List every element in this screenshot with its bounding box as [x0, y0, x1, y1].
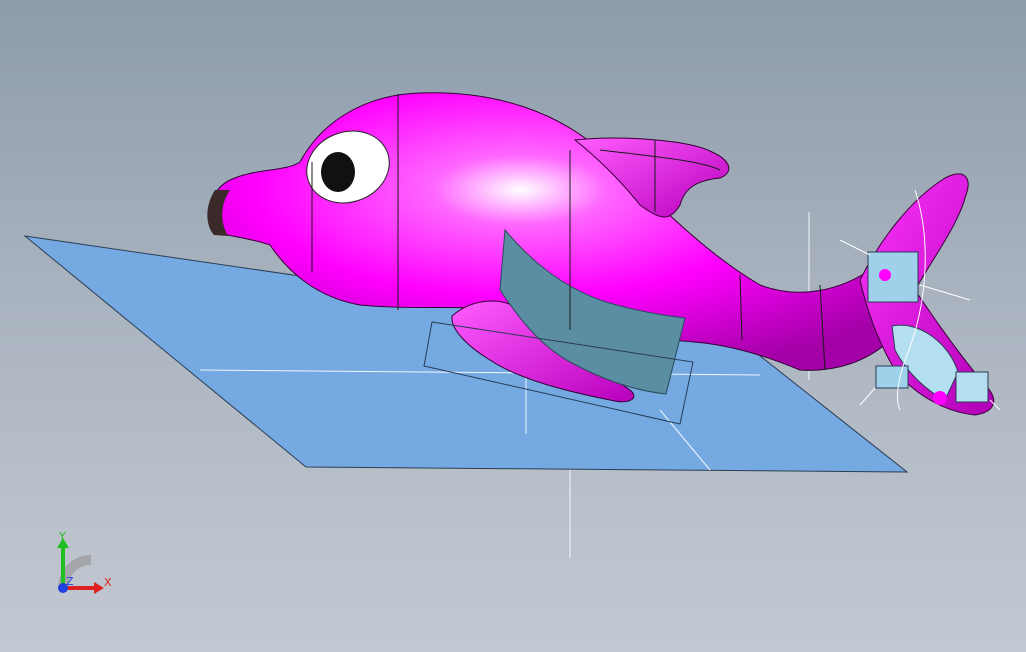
model-scene[interactable] [0, 0, 1026, 652]
z-axis-label: Z [66, 575, 74, 588]
coordinate-triad: Y X Z [57, 530, 112, 594]
x-axis-label: X [104, 576, 112, 589]
graphics-viewport[interactable]: Y X Z [0, 0, 1026, 652]
x-axis-arrowhead [94, 582, 104, 594]
y-axis-label: Y [58, 530, 66, 543]
eye-pupil [321, 152, 355, 192]
